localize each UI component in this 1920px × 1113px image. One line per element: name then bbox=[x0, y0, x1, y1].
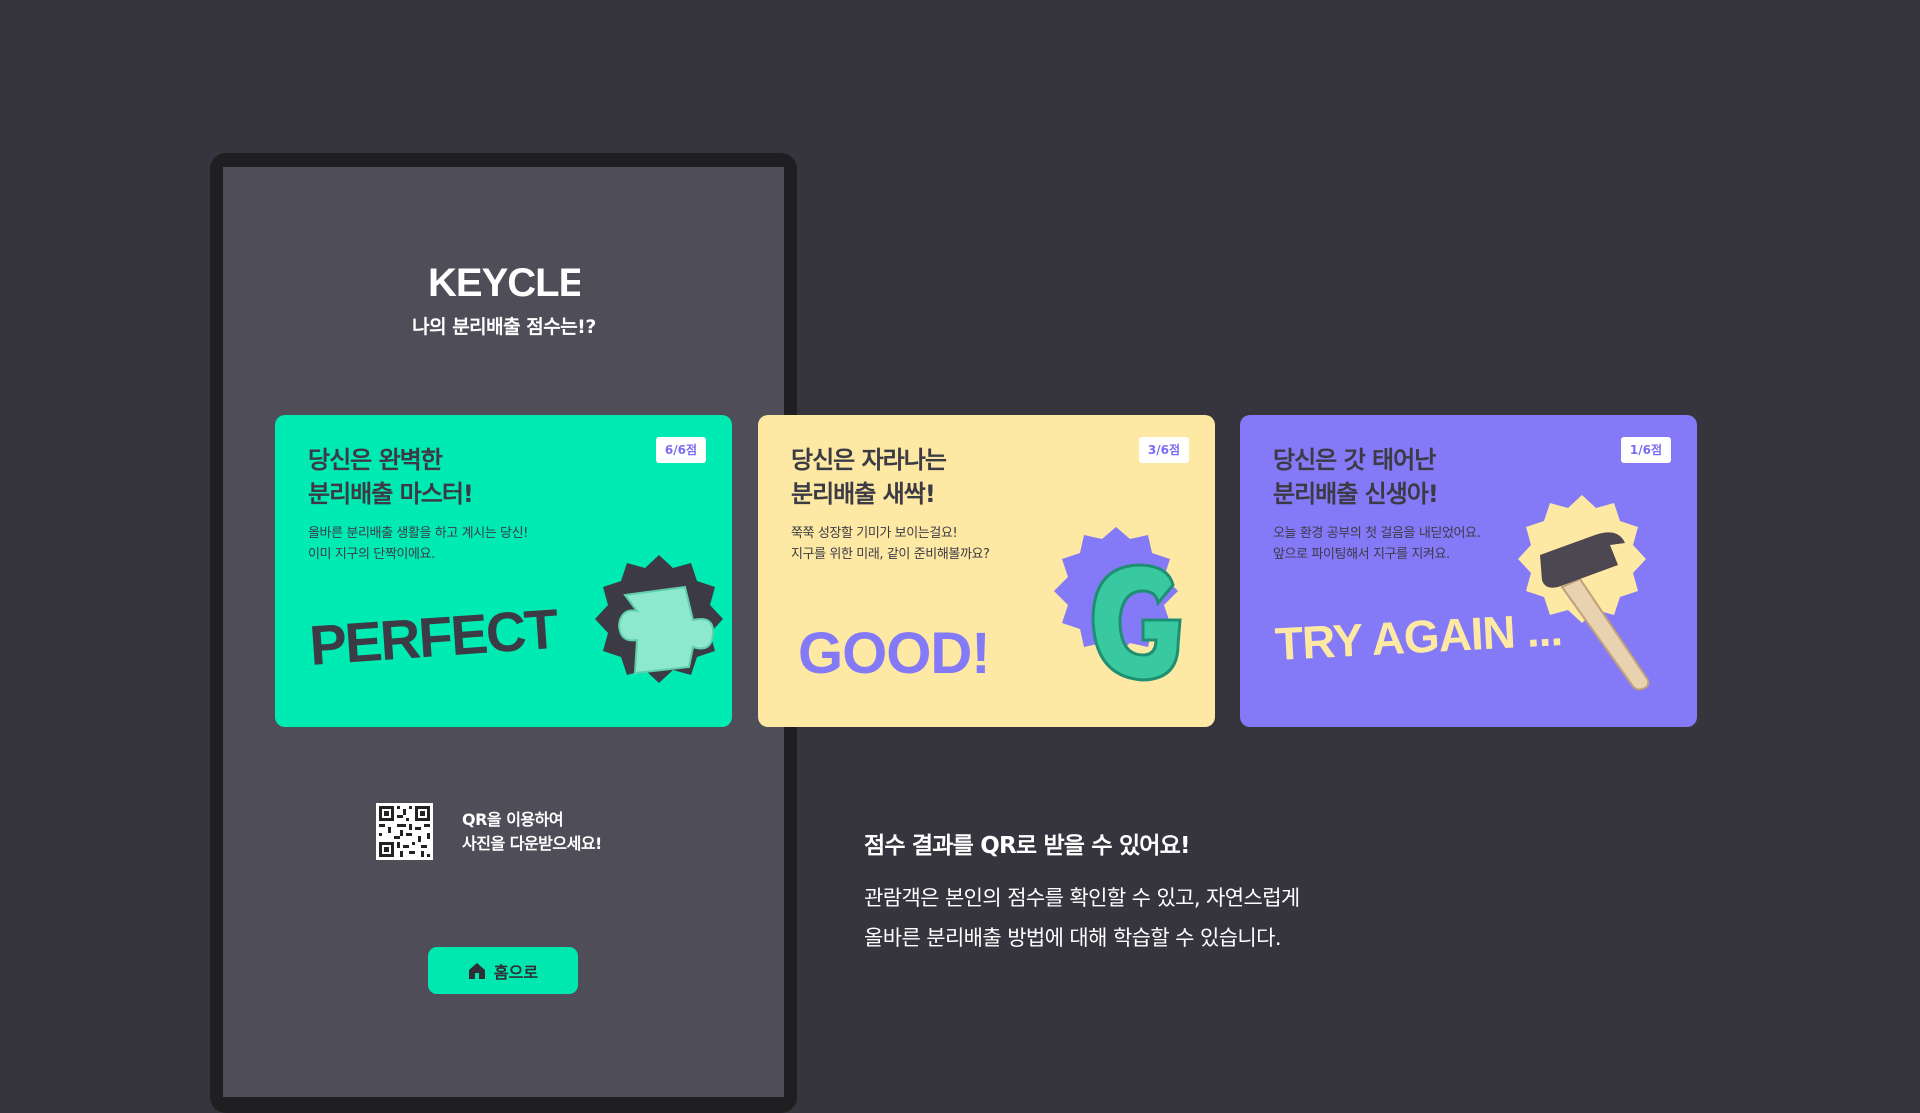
card-description: 올바른 분리배출 생활을 하고 계시는 당신! 이미 지구의 단짝이에요. bbox=[308, 526, 528, 562]
score-badge: 3/6점 bbox=[1138, 437, 1189, 463]
result-card-perfect: PERFECT 당신은 완벽한 분리배출 마스터! 올바른 분리배출 생활을 하… bbox=[275, 415, 732, 727]
score-badge: 6/6점 bbox=[655, 437, 706, 463]
card-title: 당신은 자라나는 분리배출 새싹! bbox=[791, 446, 947, 508]
home-icon bbox=[468, 962, 485, 979]
score-badge: 1/6점 bbox=[1620, 437, 1671, 463]
card-title: 당신은 완벽한 분리배출 마스터! bbox=[308, 446, 474, 508]
card-title: 당신은 갓 태어난 분리배출 신생아! bbox=[1273, 446, 1439, 508]
feature-title: 점수 결과를 QR로 받을 수 있어요! bbox=[864, 833, 1191, 859]
result-card-good: GOOD! 당신은 자라나는 분리배출 새싹! 쭉쭉 성장할 기미가 보이는걸요… bbox=[758, 415, 1215, 727]
perfect-art-text: PERFECT bbox=[307, 597, 560, 677]
qr-instruction: QR을 이용하여 사진을 다운받으세요! bbox=[462, 810, 602, 853]
good-art-text: GOOD! bbox=[798, 621, 990, 686]
page-subtitle: 나의 분리배출 점수는!? bbox=[412, 316, 596, 338]
keycle-logo: KEYCLE bbox=[428, 261, 580, 304]
logo-text: KEYCLE bbox=[428, 261, 580, 304]
home-button-label: 홈으로 bbox=[493, 962, 539, 982]
result-card-try-again: TRY AGAIN ... 당신은 갓 태어난 분리배출 신생아! 오늘 환경 … bbox=[1240, 415, 1697, 727]
card-description: 오늘 환경 공부의 첫 걸음을 내딛었어요. 앞으로 파이팅해서 지구를 지켜요… bbox=[1273, 526, 1481, 562]
try-again-art-text: TRY AGAIN ... bbox=[1274, 603, 1563, 670]
card-description: 쭉쭉 성장할 기미가 보이는걸요! 지구를 위한 미래, 같이 준비해볼까요? bbox=[791, 526, 990, 562]
qr-code[interactable] bbox=[376, 803, 433, 860]
home-button[interactable]: 홈으로 bbox=[428, 947, 578, 994]
feature-description: 관람객은 본인의 점수를 확인할 수 있고, 자연스럽게 올바른 분리배출 방법… bbox=[864, 886, 1300, 950]
